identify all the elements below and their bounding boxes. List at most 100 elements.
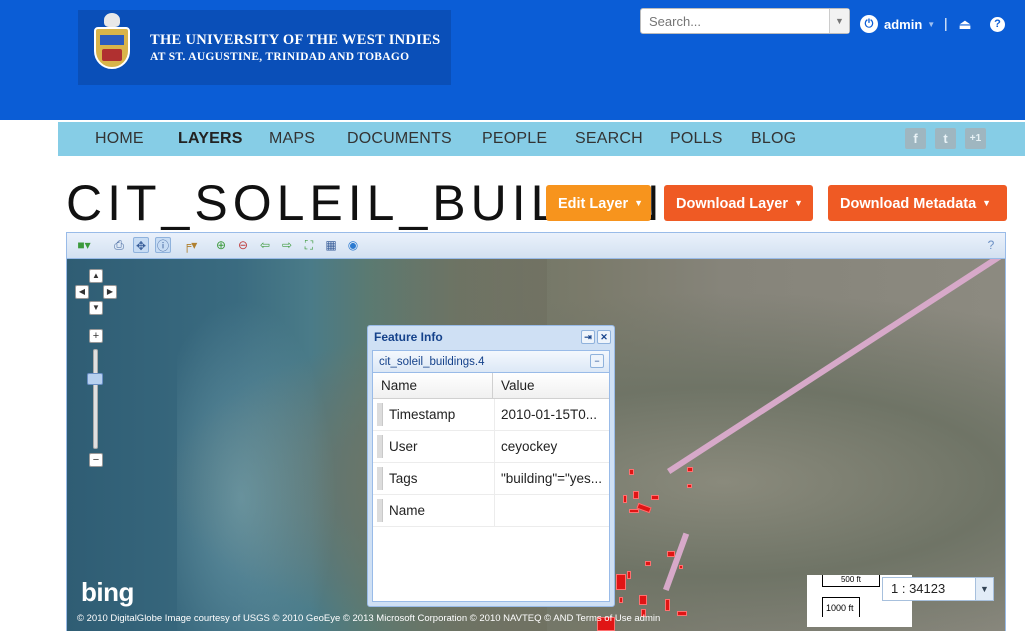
info-icon[interactable]: ⓘ [155, 237, 171, 253]
column-header-name[interactable]: Name [373, 373, 493, 398]
feature-item-label: cit_soleil_buildings.4 [379, 356, 485, 368]
attribute-value: "building"="yes... [501, 471, 603, 486]
pan-icon[interactable]: ✥ [133, 237, 149, 253]
feature-info-title: Feature Info [374, 330, 443, 344]
measure-icon[interactable]: ╒▾ [177, 237, 203, 253]
pan-right-icon[interactable]: ▶ [103, 285, 117, 299]
chevron-down-icon: ▼ [927, 19, 936, 29]
nav-documents[interactable]: DOCUMENTS [347, 122, 452, 156]
download-layer-button[interactable]: Download Layer ▼ [664, 185, 813, 221]
building-feature[interactable] [619, 597, 623, 603]
nav-maps[interactable]: MAPS [269, 122, 315, 156]
twitter-icon[interactable]: t [935, 128, 956, 149]
close-icon[interactable]: ✕ [597, 330, 611, 344]
table-row[interactable]: Timestamp 2010-01-15T0... [373, 399, 609, 431]
globe-icon[interactable]: ◉ [345, 237, 361, 253]
header-separator: | [944, 15, 948, 31]
pan-up-icon[interactable]: ▲ [89, 269, 103, 283]
back-arrow-icon[interactable]: ⇦ [257, 237, 273, 253]
attribute-name: User [383, 431, 495, 462]
collapse-icon[interactable]: − [590, 354, 604, 368]
bing-logo: bing [81, 577, 134, 607]
nav-layers[interactable]: LAYERS [178, 122, 243, 156]
forward-arrow-icon[interactable]: ⇨ [279, 237, 295, 253]
user-menu[interactable]: ⏻ admin ▼ [860, 13, 935, 35]
zoom-extent-icon[interactable]: ⛶ [301, 237, 317, 253]
user-name: admin [884, 16, 923, 32]
highway-branch [663, 532, 690, 592]
building-feature[interactable] [645, 561, 651, 566]
logo-line-2: AT ST. AUGUSTINE, TRINIDAD AND TOBAGO [150, 51, 410, 63]
zoom-slider-handle[interactable] [87, 373, 103, 385]
attribute-value: ceyockey [501, 439, 558, 454]
building-feature[interactable] [679, 565, 683, 569]
feature-info-window: Feature Info ⇥ ✕ cit_soleil_buildings.4 … [367, 325, 615, 607]
zoom-in-icon[interactable]: ⊕ [213, 237, 229, 253]
table-row[interactable]: User ceyockey [373, 431, 609, 463]
edit-layer-button[interactable]: Edit Layer ▼ [546, 185, 651, 221]
logo-text: THE UNIVERSITY OF THE WEST INDIES AT ST.… [150, 32, 440, 63]
crest-icon [82, 12, 142, 83]
chevron-down-icon[interactable]: ▼ [975, 578, 993, 600]
building-feature[interactable] [623, 495, 627, 503]
building-feature[interactable] [639, 595, 647, 605]
building-feature[interactable] [633, 491, 639, 499]
print-icon[interactable]: ⎙ [111, 237, 127, 253]
building-feature[interactable] [687, 467, 693, 472]
feature-info-body: cit_soleil_buildings.4 − Name Value Time… [372, 350, 610, 602]
building-feature[interactable] [677, 611, 687, 616]
nav-search[interactable]: SEARCH [575, 122, 643, 156]
zoom-slider-track[interactable] [93, 349, 98, 449]
google-plus-icon[interactable]: +1 [965, 128, 986, 149]
chevron-down-icon: ▼ [982, 198, 992, 208]
download-layer-label: Download Layer [676, 196, 788, 212]
grid-header: Name Value [373, 373, 609, 399]
attribute-name: Name [383, 495, 495, 526]
table-row[interactable]: Name [373, 495, 609, 527]
building-feature[interactable] [687, 484, 692, 488]
building-feature[interactable] [627, 571, 631, 579]
help-icon[interactable]: ? [990, 17, 1005, 32]
nav-polls[interactable]: POLLS [670, 122, 723, 156]
attribute-value [495, 495, 609, 526]
attribute-value: 2010-01-15T0... [501, 407, 598, 422]
building-feature[interactable] [665, 599, 670, 611]
building-feature[interactable] [667, 551, 675, 557]
building-feature[interactable] [651, 495, 659, 500]
logo-line-1: THE UNIVERSITY OF THE WEST INDIES [150, 32, 441, 48]
nav-blog[interactable]: BLOG [751, 122, 796, 156]
edit-layer-label: Edit Layer [558, 196, 629, 212]
zoom-in-button[interactable]: + [89, 329, 103, 343]
sea-area [177, 299, 337, 631]
feature-item-header[interactable]: cit_soleil_buildings.4 − [373, 351, 609, 373]
map-attribution: © 2010 DigitalGlobe Image courtesy of US… [77, 613, 661, 624]
pan-down-icon[interactable]: ▼ [89, 301, 103, 315]
building-feature[interactable] [629, 509, 639, 513]
grid-icon[interactable]: ▦ [323, 237, 339, 253]
chevron-down-icon: ▼ [634, 198, 644, 208]
power-icon: ⏻ [860, 15, 878, 33]
scale-bottom-label: 1000 ft [822, 597, 860, 617]
nav-people[interactable]: PEOPLE [482, 122, 547, 156]
main-nav: HOME LAYERS MAPS DOCUMENTS PEOPLE SEARCH… [58, 122, 1025, 156]
download-metadata-button[interactable]: Download Metadata ▼ [828, 185, 1007, 221]
scale-select[interactable]: 1 : 34123 ▼ [882, 577, 994, 601]
zoom-out-button[interactable]: − [89, 453, 103, 467]
facebook-icon[interactable]: f [905, 128, 926, 149]
university-logo[interactable]: THE UNIVERSITY OF THE WEST INDIES AT ST.… [78, 10, 451, 85]
map-toolbar: ■▾ ⎙ ✥ ⓘ ╒▾ ⊕ ⊖ ⇦ ⇨ ⛶ ▦ ◉ ? [67, 233, 1005, 259]
nav-home[interactable]: HOME [95, 122, 144, 156]
search-dropdown-icon[interactable]: ▼ [829, 9, 849, 33]
layers-icon[interactable]: ■▾ [73, 237, 95, 253]
building-feature[interactable] [629, 469, 634, 475]
zoom-out-icon[interactable]: ⊖ [235, 237, 251, 253]
search-input[interactable] [641, 9, 829, 33]
building-feature[interactable] [616, 574, 626, 590]
feature-info-header[interactable]: Feature Info ⇥ ✕ [368, 326, 614, 348]
upload-icon[interactable]: ⏏ [957, 16, 973, 32]
pin-icon[interactable]: ⇥ [581, 330, 595, 344]
help-icon[interactable]: ? [983, 237, 999, 253]
column-header-value[interactable]: Value [493, 373, 609, 398]
pan-left-icon[interactable]: ◀ [75, 285, 89, 299]
table-row[interactable]: Tags "building"="yes... [373, 463, 609, 495]
